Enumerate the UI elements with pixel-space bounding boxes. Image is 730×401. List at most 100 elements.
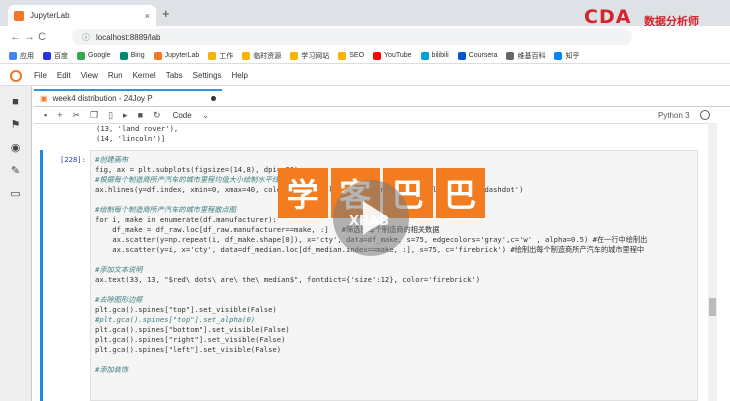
notebook-tab[interactable]: ▣ week4 distribution - 24Joy P xyxy=(34,89,222,106)
left-sidebar: ■ ⚑ ◉ ✎ ▭ xyxy=(0,86,32,401)
active-cell-indicator xyxy=(40,150,43,401)
bookmark-item[interactable]: 维基百科 xyxy=(506,51,545,61)
new-tab-button[interactable]: + xyxy=(162,6,170,21)
bookmark-item[interactable]: 学习网站 xyxy=(290,51,329,61)
restart-icon[interactable]: ↻ xyxy=(153,110,161,121)
bookmark-item[interactable]: SEO xyxy=(338,51,365,60)
bookmark-icon xyxy=(373,51,382,60)
cut-icon[interactable]: ✂ xyxy=(72,110,80,121)
copy-icon[interactable]: ❐ xyxy=(90,110,98,121)
bookmark-label: Google xyxy=(88,52,111,59)
previous-output: (13, 'land rover'), (14, 'lincoln')] xyxy=(96,124,178,144)
browser-tab[interactable]: JupyterLab × xyxy=(8,5,156,26)
tabs-icon[interactable]: ▭ xyxy=(0,187,31,200)
bookmark-icon xyxy=(420,51,429,60)
code-line: #添加装饰 xyxy=(95,365,129,374)
paste-icon[interactable]: ▯ xyxy=(108,110,113,121)
menu-item-edit[interactable]: Edit xyxy=(57,71,71,80)
menu-item-file[interactable]: File xyxy=(34,71,47,80)
bookmark-icon xyxy=(153,51,162,60)
bookmark-label: 临时资源 xyxy=(253,52,282,60)
jupyter-favicon-icon xyxy=(14,10,24,21)
cda-logo: CDA xyxy=(584,6,632,28)
url-field[interactable]: ⓘ localhost:8889/lab xyxy=(72,29,632,45)
chevron-down-icon[interactable]: ⌄ xyxy=(202,110,210,121)
bookmark-item[interactable]: Bing xyxy=(119,51,145,60)
menu-item-view[interactable]: View xyxy=(81,71,98,80)
kernel-name[interactable]: Python 3 xyxy=(658,111,690,120)
running-icon[interactable]: ⚑ xyxy=(0,118,31,131)
menu-item-run[interactable]: Run xyxy=(108,71,123,80)
bookmark-label: 学习网站 xyxy=(301,52,330,60)
bookmark-icon xyxy=(9,51,17,60)
navigation-buttons[interactable]: ← → C xyxy=(10,31,46,43)
bookmark-label: 应用 xyxy=(20,52,34,60)
bookmark-label: SEO xyxy=(349,52,365,59)
code-line: plt.gca().spines["top"].set_visible(Fals… xyxy=(95,305,277,314)
bookmark-icon xyxy=(208,51,217,60)
bookmark-label: 维基百科 xyxy=(517,52,546,60)
run-icon[interactable]: ▸ xyxy=(123,110,128,121)
bookmark-label: 百度 xyxy=(54,52,68,60)
code-line: ax.text(33, 13, "$red\ dots\ are\ the\ m… xyxy=(95,275,481,284)
bookmarks-bar: 应用 百度 Google Bing JupyterLab 工作 临时资源 学习网站 SEO You… xyxy=(0,48,730,64)
menu-item-tabs[interactable]: Tabs xyxy=(166,71,183,80)
kernel-status-icon xyxy=(700,110,710,120)
bookmark-icon xyxy=(554,51,563,60)
bookmark-label: JupyterLab xyxy=(164,52,200,59)
bookmark-item[interactable]: Coursera xyxy=(457,51,498,60)
bookmark-item[interactable]: 临时资源 xyxy=(242,51,281,61)
notebook-tab-title: week4 distribution - 24Joy P xyxy=(52,94,153,103)
menu-item-settings[interactable]: Settings xyxy=(193,71,222,80)
bookmark-item[interactable]: 工作 xyxy=(208,51,233,61)
scrollbar-thumb[interactable] xyxy=(709,298,716,316)
notebook-icon: ▣ xyxy=(40,94,48,103)
watermark-char: 学 xyxy=(278,168,328,218)
cell-prompt: [228]: xyxy=(60,155,86,164)
menu-item-help[interactable]: Help xyxy=(232,71,248,80)
bookmark-icon xyxy=(43,51,51,60)
scrollbar[interactable] xyxy=(708,123,717,401)
bookmark-item[interactable]: JupyterLab xyxy=(153,51,200,60)
bookmark-label: YouTube xyxy=(384,52,412,59)
bookmark-item[interactable]: YouTube xyxy=(373,51,412,60)
code-line: #创建画布 xyxy=(95,155,129,164)
browser-tab-bar: JupyterLab × + CDA 数据分析师 CERTIFIED DATA … xyxy=(0,0,730,32)
bookmark-label: 工作 xyxy=(219,52,234,60)
bookmark-icon xyxy=(242,51,251,60)
bookmark-item[interactable]: Google xyxy=(77,51,111,60)
code-line: plt.gca().spines["left"].set_visible(Fal… xyxy=(95,345,282,354)
jupyter-logo-icon xyxy=(10,69,22,82)
bookmark-item[interactable]: bilibili xyxy=(420,51,449,60)
save-icon[interactable]: ▪ xyxy=(44,110,47,120)
bookmark-item[interactable]: 百度 xyxy=(43,51,68,61)
menu-item-kernel[interactable]: Kernel xyxy=(133,71,156,80)
palette-icon[interactable]: ◉ xyxy=(0,141,31,154)
close-tab-icon[interactable]: × xyxy=(145,11,150,21)
url-text: localhost:8889/lab xyxy=(96,32,161,42)
code-line: #去除图形边框 xyxy=(95,295,143,304)
bookmark-icon xyxy=(338,51,347,60)
unsaved-dot-icon xyxy=(211,96,216,101)
bookmark-icon xyxy=(77,51,85,60)
bookmark-label: Coursera xyxy=(468,52,498,59)
output-line: (13, 'land rover'), xyxy=(96,124,179,133)
watermark-subtitle: XBAB xyxy=(349,214,389,229)
watermark-char: 巴 xyxy=(435,168,485,218)
notebook-toolbar: ▪ + ✂ ❐ ▯ ▸ ■ ↻ Code ⌄ Python 3 xyxy=(34,107,714,123)
stop-icon[interactable]: ■ xyxy=(138,110,143,120)
code-line: #添加文本说明 xyxy=(95,265,143,274)
bookmark-label: Bing xyxy=(130,52,145,59)
add-cell-icon[interactable]: + xyxy=(57,110,62,120)
cell-type-select[interactable]: Code xyxy=(173,111,192,120)
bookmark-item[interactable]: 应用 xyxy=(9,51,34,61)
bookmark-icon xyxy=(506,51,515,60)
wrench-icon[interactable]: ✎ xyxy=(0,164,31,177)
code-line: #plt.gca().spines["top"].set_alpha(0) xyxy=(95,315,256,324)
bookmark-item[interactable]: 知乎 xyxy=(554,51,579,61)
folder-icon[interactable]: ■ xyxy=(0,96,31,108)
bookmark-icon xyxy=(119,51,128,60)
